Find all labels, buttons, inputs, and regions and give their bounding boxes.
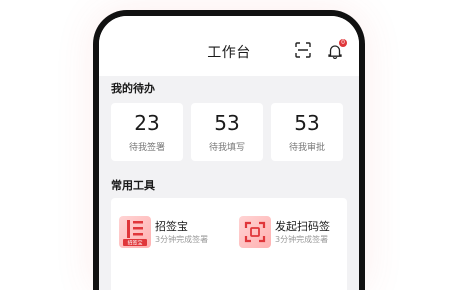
tools-panel: 招签宝 招签宝 3分钟完成签署 发起扫码签 3分钟完成签署 (111, 198, 347, 290)
page-title: 工作台 (207, 45, 251, 61)
tool-name: 招签宝 (155, 220, 188, 233)
app-icon-text: 招签宝 (127, 240, 142, 247)
top-bar: 工作台 0 (99, 16, 359, 76)
zhaoqianbao-app-icon: 招签宝 (119, 216, 151, 248)
tool-zhaoqianbao[interactable]: 招签宝 招签宝 3分钟完成签署 (119, 216, 229, 250)
todo-label: 待我审批 (288, 143, 325, 153)
todo-label: 待我签署 (128, 143, 165, 153)
todo-card-approve[interactable]: 53 待我审批 (271, 103, 343, 161)
todo-label: 待我填写 (208, 143, 245, 153)
tool-name: 发起扫码签 (275, 220, 330, 233)
todo-card-sign[interactable]: 23 待我签署 (111, 103, 183, 161)
tool-desc: 3分钟完成签署 (275, 235, 329, 244)
scan-sign-icon (239, 216, 271, 248)
todo-section-title: 我的待办 (111, 82, 155, 95)
todo-card-fill[interactable]: 53 待我填写 (191, 103, 263, 161)
todo-count: 23 (134, 111, 160, 135)
tools-section-title: 常用工具 (111, 179, 155, 192)
todo-count: 53 (294, 111, 320, 135)
todo-count: 53 (214, 111, 240, 135)
tool-desc: 3分钟完成签署 (155, 235, 209, 244)
notification-badge: 0 (339, 39, 347, 47)
tool-scan-sign[interactable]: 发起扫码签 3分钟完成签署 (239, 216, 349, 250)
scan-icon[interactable] (295, 42, 311, 58)
bell-button[interactable]: 0 (327, 39, 347, 59)
phone-frame: 工作台 0 我的待办 23 待我签署 53 待我填写 53 待我审批 常用工具 (93, 10, 365, 290)
